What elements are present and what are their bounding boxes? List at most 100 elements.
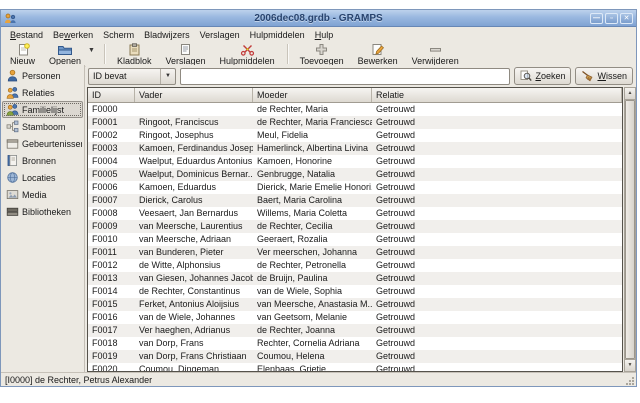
table-row[interactable]: F0002Ringoot, JosephusMeul, FideliaGetro… xyxy=(88,129,622,142)
title-bar[interactable]: 2006dec08.grdb - GRAMPS —▫✕ xyxy=(1,10,636,27)
table-row[interactable]: F0019van Dorp, Frans ChristiaanCoumou, H… xyxy=(88,350,622,363)
events-icon xyxy=(6,137,19,150)
verslagen-button[interactable]: Verslagen xyxy=(159,42,213,66)
table-row[interactable]: F0020Coumou, DingemanElenbaas, GrietjeGe… xyxy=(88,363,622,372)
menu-scherm[interactable]: Scherm xyxy=(98,29,139,41)
verwijderen-button[interactable]: Verwijderen xyxy=(405,42,466,66)
toolbar-separator xyxy=(104,44,105,64)
sidebar-item-gebeurtenissen[interactable]: Gebeurtenissen xyxy=(2,135,83,152)
table-row[interactable]: F0007Dierick, CarolusBaert, Maria Caroli… xyxy=(88,194,622,207)
menu-bar: BestandBewerkenSchermBladwijzersVerslage… xyxy=(1,27,636,42)
bewerken-button[interactable]: Bewerken xyxy=(351,42,405,66)
cell-id: F0020 xyxy=(88,363,135,372)
scroll-up-icon[interactable]: ▲ xyxy=(625,88,635,100)
column-header-id[interactable]: ID xyxy=(88,88,135,102)
sidebar-item-label: Relaties xyxy=(22,88,55,98)
openen-button[interactable]: Openen xyxy=(42,42,88,66)
table-row[interactable]: F0010van Meersche, AdriaanGeeraert, Roza… xyxy=(88,233,622,246)
sidebar-item-locaties[interactable]: Locaties xyxy=(2,169,83,186)
table-row[interactable]: F0016van de Wiele, Johannesvan Geetsom, … xyxy=(88,311,622,324)
sidebar-item-bibliotheken[interactable]: Bibliotheken xyxy=(2,203,83,220)
menu-bladwijzers[interactable]: Bladwijzers xyxy=(139,29,195,41)
table-row[interactable]: F0008Veesaert, Jan BernardusWillems, Mar… xyxy=(88,207,622,220)
pedigree-icon xyxy=(6,120,19,133)
table-row[interactable]: F0012de Witte, Alphonsiusde Rechter, Pet… xyxy=(88,259,622,272)
close-button[interactable]: ✕ xyxy=(620,13,633,24)
column-header-moeder[interactable]: Moeder xyxy=(253,88,372,102)
cell-moeder: van Meersche, Anastasia M... xyxy=(253,298,372,311)
status-bar: [I0000] de Rechter, Petrus Alexander xyxy=(1,372,636,386)
sidebar-item-label: Locaties xyxy=(22,173,56,183)
cell-vader: Ver haeghen, Adrianus xyxy=(135,324,253,337)
cell-vader: de Witte, Alphonsius xyxy=(135,259,253,272)
scroll-down-icon[interactable]: ▼ xyxy=(625,359,635,371)
cell-moeder: Genbrugge, Natalia xyxy=(253,168,372,181)
magnifier-icon xyxy=(520,70,532,82)
cell-moeder: van Geetsom, Melanie xyxy=(253,311,372,324)
search-button[interactable]: Zoeken xyxy=(514,67,571,85)
filter-field-select[interactable]: ID bevat ▼ xyxy=(88,68,176,85)
sidebar-item-bronnen[interactable]: Bronnen xyxy=(2,152,83,169)
table-row[interactable]: F0003Kamoen, Ferdinandus Josep...Hamerli… xyxy=(88,142,622,155)
resize-grip-icon[interactable] xyxy=(626,376,635,385)
sidebar-item-media[interactable]: Media xyxy=(2,186,83,203)
cell-relatie: Getrouwd xyxy=(372,194,622,207)
table-row[interactable]: F0014de Rechter, Constantinusvan de Wiel… xyxy=(88,285,622,298)
hulpmiddelen-button[interactable]: Hulpmiddelen xyxy=(213,42,282,66)
table-row[interactable]: F0004Waelput, Eduardus AntoniusKamoen, H… xyxy=(88,155,622,168)
minimize-button[interactable]: — xyxy=(590,13,603,24)
cell-relatie: Getrouwd xyxy=(372,272,622,285)
menu-hulp[interactable]: Hulp xyxy=(310,29,339,41)
menu-bewerken[interactable]: Bewerken xyxy=(48,29,98,41)
cell-relatie: Getrouwd xyxy=(372,363,622,372)
remove-icon xyxy=(429,43,442,56)
vertical-scrollbar[interactable]: ▲ ▼ xyxy=(624,87,636,372)
window-title: 2006dec08.grdb - GRAMPS xyxy=(1,13,636,24)
table-row[interactable]: F0013van Giesen, Johannes Jacobusde Brui… xyxy=(88,272,622,285)
cell-vader: van Meersche, Laurentius xyxy=(135,220,253,233)
column-header-relatie[interactable]: Relatie xyxy=(372,88,622,102)
menu-hulpmiddelen[interactable]: Hulpmiddelen xyxy=(245,29,310,41)
table-row[interactable]: F0015Ferket, Antonius Aloijsiusvan Meers… xyxy=(88,298,622,311)
search-input[interactable] xyxy=(180,68,510,85)
table-row[interactable]: F0009van Meersche, Laurentiusde Rechter,… xyxy=(88,220,622,233)
table-row[interactable]: F0005Waelput, Dominicus Bernar...Genbrug… xyxy=(88,168,622,181)
clear-button[interactable]: Wissen xyxy=(575,67,633,85)
table-row[interactable]: F0001Ringoot, Franciscusde Rechter, Mari… xyxy=(88,116,622,129)
cell-relatie: Getrouwd xyxy=(372,155,622,168)
menu-verslagen[interactable]: Verslagen xyxy=(195,29,245,41)
cell-moeder: Coumou, Helena xyxy=(253,350,372,363)
open-dropdown-arrow-icon[interactable]: ▼ xyxy=(88,42,99,66)
maximize-button[interactable]: ▫ xyxy=(605,13,618,24)
sidebar-item-label: Gebeurtenissen xyxy=(22,139,83,149)
toolbar-group: NieuwOpenen▼ xyxy=(3,42,99,66)
scrollbar-thumb[interactable] xyxy=(625,100,635,359)
toevoegen-button[interactable]: Toevoegen xyxy=(293,42,351,66)
menu-bestand[interactable]: Bestand xyxy=(5,29,48,41)
table-row[interactable]: F0018van Dorp, FransRechter, Cornelia Ad… xyxy=(88,337,622,350)
cell-moeder: Meul, Fidelia xyxy=(253,129,372,142)
table-row[interactable]: F0006Kamoen, EduardusDierick, Marie Emel… xyxy=(88,181,622,194)
media-icon xyxy=(6,188,19,201)
sidebar-item-familielijst[interactable]: Familielijst xyxy=(2,101,83,118)
cell-relatie: Getrouwd xyxy=(372,103,622,116)
cell-vader: van Meersche, Adriaan xyxy=(135,233,253,246)
table-row[interactable]: F0000de Rechter, MariaGetrouwd xyxy=(88,103,622,116)
cell-relatie: Getrouwd xyxy=(372,207,622,220)
sidebar-item-relaties[interactable]: Relaties xyxy=(2,84,83,101)
sidebar-item-label: Media xyxy=(22,190,47,200)
add-icon xyxy=(315,43,328,56)
nieuw-button[interactable]: Nieuw xyxy=(3,42,42,66)
cell-id: F0018 xyxy=(88,337,135,350)
kladblok-button[interactable]: Kladblok xyxy=(110,42,159,66)
table-row[interactable]: F0011van Bunderen, PieterVer meerschen, … xyxy=(88,246,622,259)
cell-moeder: van de Wiele, Sophia xyxy=(253,285,372,298)
column-header-vader[interactable]: Vader xyxy=(135,88,253,102)
sidebar-item-personen[interactable]: Personen xyxy=(2,67,83,84)
sidebar-item-label: Bronnen xyxy=(22,156,56,166)
cell-relatie: Getrouwd xyxy=(372,259,622,272)
sidebar-item-stamboom[interactable]: Stamboom xyxy=(2,118,83,135)
tools-icon xyxy=(240,43,255,56)
cell-id: F0019 xyxy=(88,350,135,363)
table-row[interactable]: F0017Ver haeghen, Adrianusde Rechter, Jo… xyxy=(88,324,622,337)
